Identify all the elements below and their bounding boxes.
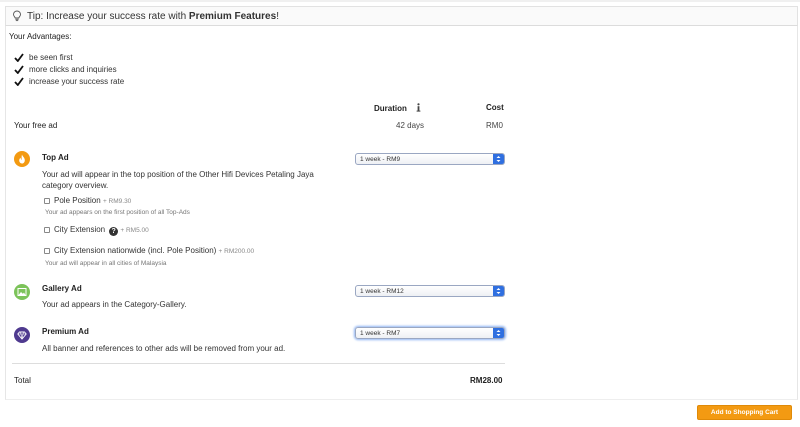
cost-header: Cost bbox=[486, 103, 504, 112]
top-ad-title: Top Ad bbox=[42, 153, 69, 162]
advantages-title: Your Advantages: bbox=[9, 32, 72, 41]
premium-ad-icon bbox=[14, 327, 30, 343]
image-gallery-icon bbox=[17, 288, 27, 296]
city-extension-nationwide-note: Your ad will appear in all cities of Mal… bbox=[45, 260, 167, 267]
gallery-ad-duration-select[interactable]: 1 week - RM12 bbox=[355, 285, 505, 297]
free-ad-label: Your free ad bbox=[14, 121, 58, 130]
premium-ad-duration-select[interactable]: 1 week - RM7 bbox=[355, 327, 505, 339]
select-arrows-icon bbox=[493, 328, 504, 338]
city-extension-checkbox[interactable] bbox=[44, 227, 50, 233]
pole-position-option[interactable]: Pole Position + RM9.30 bbox=[44, 196, 131, 205]
checkmark-icon bbox=[14, 53, 24, 62]
lightbulb-icon bbox=[13, 10, 21, 22]
flame-icon bbox=[19, 154, 25, 164]
add-to-shopping-cart-button[interactable]: Add to Shopping Cart bbox=[697, 405, 792, 420]
tip-text: Tip: Increase your success rate with Pre… bbox=[27, 10, 279, 22]
tip-banner: Tip: Increase your success rate with Pre… bbox=[5, 6, 798, 26]
gallery-ad-title: Gallery Ad bbox=[42, 284, 82, 293]
free-ad-cost: RM0 bbox=[486, 121, 503, 130]
pole-position-checkbox[interactable] bbox=[44, 198, 50, 204]
city-extension-nationwide-checkbox[interactable] bbox=[44, 248, 50, 254]
top-divider bbox=[0, 0, 800, 2]
city-extension-option[interactable]: City Extension? + RM5.00 bbox=[44, 225, 149, 236]
advantage-item: be seen first bbox=[14, 53, 73, 62]
diamond-icon bbox=[17, 331, 27, 340]
checkmark-icon bbox=[14, 65, 24, 74]
pole-position-note: Your ad appears on the first position of… bbox=[45, 209, 190, 216]
free-ad-duration: 42 days bbox=[396, 121, 425, 130]
top-ad-description: Your ad will appear in the top position … bbox=[42, 170, 314, 190]
total-label: Total bbox=[14, 376, 31, 385]
top-ad-duration-select[interactable]: 1 week - RM9 bbox=[355, 153, 505, 165]
select-arrows-icon bbox=[493, 154, 504, 164]
info-icon[interactable] bbox=[415, 103, 422, 112]
gallery-ad-description: Your ad appears in the Category-Gallery. bbox=[42, 300, 187, 309]
total-value: RM28.00 bbox=[470, 376, 503, 385]
top-ad-icon bbox=[14, 151, 30, 167]
premium-ad-description: All banner and references to other ads w… bbox=[42, 344, 286, 353]
total-divider bbox=[12, 363, 505, 364]
gallery-ad-icon bbox=[14, 284, 30, 300]
select-arrows-icon bbox=[493, 286, 504, 296]
city-extension-nationwide-option[interactable]: City Extension nationwide (incl. Pole Po… bbox=[44, 246, 254, 255]
advantage-item: increase your success rate bbox=[14, 77, 124, 86]
checkmark-icon bbox=[14, 77, 24, 86]
advantage-item: more clicks and inquiries bbox=[14, 65, 117, 74]
duration-header: Duration bbox=[374, 103, 422, 113]
premium-ad-title: Premium Ad bbox=[42, 327, 89, 336]
help-icon[interactable]: ? bbox=[109, 227, 119, 236]
